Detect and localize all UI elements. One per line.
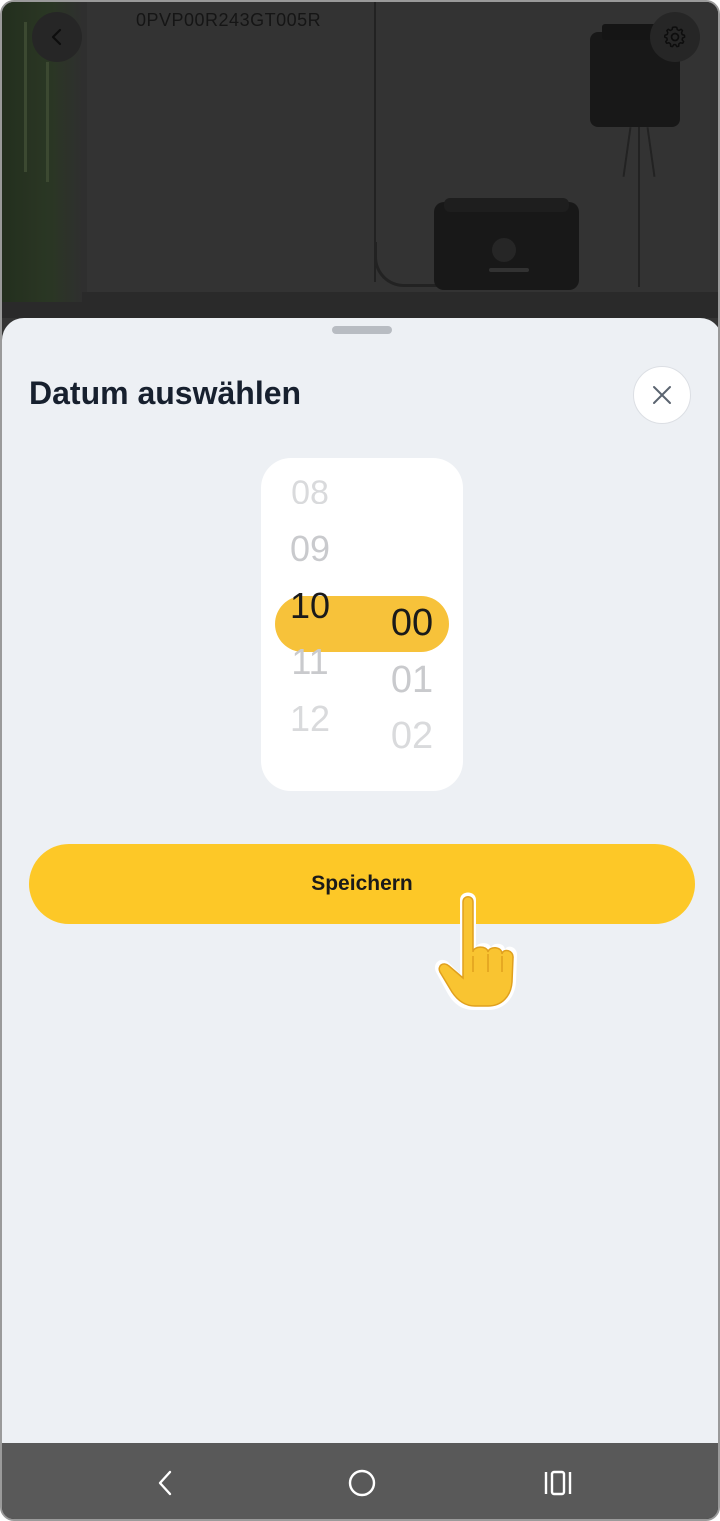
save-button[interactable]: Speichern xyxy=(29,844,695,924)
picker-hour-item[interactable]: 12 xyxy=(275,698,345,740)
battery-image xyxy=(434,198,579,290)
picker-hour-item[interactable]: 09 xyxy=(275,528,345,570)
picker-hour-item[interactable]: 08 xyxy=(275,474,345,504)
settings-button[interactable] xyxy=(650,12,700,62)
sheet-title: Datum auswählen xyxy=(29,375,302,411)
picker-minute-selected[interactable]: 00 xyxy=(377,602,447,645)
nav-back-button[interactable] xyxy=(143,1461,187,1505)
device-serial-number: 0PVP00R243GT005R xyxy=(136,10,322,30)
picker-minute-item[interactable]: 02 xyxy=(377,715,447,758)
picker-minute-item[interactable]: 01 xyxy=(377,659,447,702)
back-button[interactable] xyxy=(32,12,82,62)
nav-recents-icon xyxy=(544,1470,572,1496)
close-button[interactable] xyxy=(633,366,691,424)
device-hero-image: 0PVP00R243GT005R xyxy=(2,2,718,342)
system-navigation-bar xyxy=(2,1443,718,1519)
chevron-left-icon xyxy=(51,28,62,46)
time-wheel-picker[interactable]: 08 09 10 11 12 00 01 02 xyxy=(261,458,463,791)
pointing-hand-icon xyxy=(434,892,518,1010)
picker-hour-selected[interactable]: 10 xyxy=(275,585,345,627)
nav-back-icon xyxy=(158,1470,172,1496)
sheet-grabber[interactable] xyxy=(332,326,392,334)
nav-recents-button[interactable] xyxy=(536,1461,580,1505)
picker-hour-item[interactable]: 11 xyxy=(275,641,345,683)
close-icon xyxy=(653,386,671,404)
nav-home-button[interactable] xyxy=(340,1461,384,1505)
date-picker-sheet: Datum auswählen 08 09 10 11 12 00 01 02 … xyxy=(2,318,718,1443)
gear-icon xyxy=(663,26,686,48)
nav-home-icon xyxy=(348,1469,376,1497)
phone-screen: 0PVP00R243GT005R Datum auswählen 08 09 1… xyxy=(0,0,720,1521)
